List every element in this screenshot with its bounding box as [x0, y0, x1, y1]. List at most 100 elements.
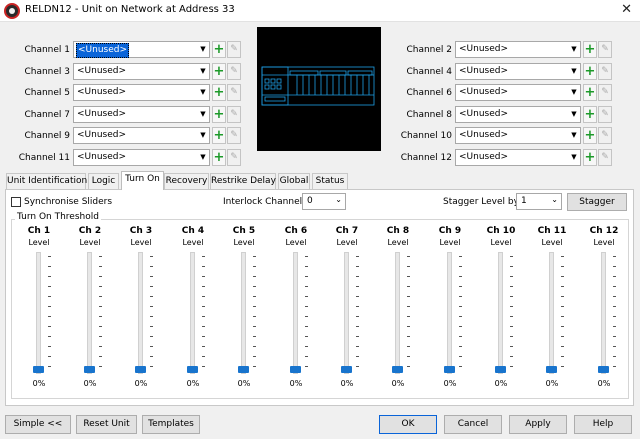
slider-ch7-thumb[interactable]: [341, 366, 352, 373]
help-button[interactable]: Help: [574, 415, 632, 434]
slider-ch6-tick: [305, 256, 308, 257]
slider-ch6-thumb[interactable]: [290, 366, 301, 373]
slider-ch4-thumb[interactable]: [187, 366, 198, 373]
channel-4-edit-icon[interactable]: ✎: [598, 63, 612, 80]
tab-restrike-delay[interactable]: Restrike Delay: [210, 173, 276, 189]
slider-ch12-tick: [613, 266, 616, 267]
interlock-channels-select[interactable]: 0 ⌄: [302, 193, 346, 210]
reset-unit-button[interactable]: Reset Unit: [76, 415, 137, 434]
channel-3-select[interactable]: <Unused> ▼: [73, 63, 210, 80]
slider-ch11-thumb[interactable]: [546, 366, 557, 373]
tab-global[interactable]: Global: [278, 173, 310, 189]
channel-6-edit-icon[interactable]: ✎: [598, 84, 612, 101]
slider-ch5-track[interactable]: [241, 252, 246, 374]
slider-ch5-thumb[interactable]: [238, 366, 249, 373]
slider-ch7-tick: [356, 286, 359, 287]
slider-ch7-tick: [356, 336, 359, 337]
channel-4-value: <Unused>: [459, 66, 509, 76]
slider-ch11-track[interactable]: [549, 252, 554, 374]
slider-ch9-track[interactable]: [447, 252, 452, 374]
slider-ch4-tick: [202, 296, 205, 297]
slider-ch2-track[interactable]: [87, 252, 92, 374]
channel-11-label: Channel 11: [18, 153, 70, 163]
channel-5-edit-icon[interactable]: ✎: [227, 84, 241, 101]
slider-ch3-thumb[interactable]: [135, 366, 146, 373]
channel-7-add-icon[interactable]: +: [212, 106, 226, 123]
slider-ch1-track[interactable]: [36, 252, 41, 374]
slider-ch8-track[interactable]: [395, 252, 400, 374]
channel-2-add-icon[interactable]: +: [583, 41, 597, 58]
channel-1-edit-icon[interactable]: ✎: [227, 41, 241, 58]
slider-ch10-track[interactable]: [498, 252, 503, 374]
slider-ch4-level-label: Level: [182, 238, 204, 247]
channel-4-add-icon[interactable]: +: [583, 63, 597, 80]
channel-10-edit-icon[interactable]: ✎: [598, 127, 612, 144]
stagger-level-select[interactable]: 1 ⌄: [516, 193, 562, 210]
channel-9-add-icon[interactable]: +: [212, 127, 226, 144]
channel-4-select[interactable]: <Unused> ▼: [455, 63, 581, 80]
chevron-down-icon: ▼: [571, 88, 577, 96]
channel-7-edit-icon[interactable]: ✎: [227, 106, 241, 123]
channel-6-add-icon[interactable]: +: [583, 84, 597, 101]
tab-recovery[interactable]: Recovery: [164, 173, 209, 189]
channel-5-add-icon[interactable]: +: [212, 84, 226, 101]
slider-ch2-thumb[interactable]: [84, 366, 95, 373]
channel-1-select[interactable]: <Unused> ▼: [73, 41, 210, 58]
tab-unit-identification[interactable]: Unit Identification: [6, 173, 87, 189]
slider-ch10-thumb[interactable]: [495, 366, 506, 373]
slider-ch12-tick: [613, 356, 616, 357]
channel-2-select[interactable]: <Unused> ▼: [455, 41, 581, 58]
channel-8-add-icon[interactable]: +: [583, 106, 597, 123]
channel-11-add-icon[interactable]: +: [212, 149, 226, 166]
slider-ch7-track[interactable]: [344, 252, 349, 374]
slider-ch9-thumb[interactable]: [444, 366, 455, 373]
channel-9-select[interactable]: <Unused> ▼: [73, 127, 210, 144]
channel-10-select[interactable]: <Unused> ▼: [455, 127, 581, 144]
slider-ch12-thumb[interactable]: [598, 366, 609, 373]
slider-ch1-thumb[interactable]: [33, 366, 44, 373]
close-icon[interactable]: ✕: [621, 2, 632, 17]
slider-ch11-tick: [561, 326, 564, 327]
channel-3-edit-icon[interactable]: ✎: [227, 63, 241, 80]
slider-ch8-percent: 0%: [391, 379, 405, 388]
slider-ch3-tick: [150, 266, 153, 267]
slider-ch4-title: Ch 4: [181, 226, 205, 236]
channel-10-add-icon[interactable]: +: [583, 127, 597, 144]
ok-button[interactable]: OK: [379, 415, 437, 434]
channel-1-add-icon[interactable]: +: [212, 41, 226, 58]
channel-11-select[interactable]: <Unused> ▼: [73, 149, 210, 166]
channel-12-add-icon[interactable]: +: [583, 149, 597, 166]
slider-ch9-tick: [459, 336, 462, 337]
tab-logic[interactable]: Logic: [88, 173, 119, 189]
slider-ch2-tick: [99, 336, 102, 337]
tab-turn-on[interactable]: Turn On: [121, 171, 164, 190]
slider-ch12-track[interactable]: [601, 252, 606, 374]
templates-button[interactable]: Templates: [142, 415, 200, 434]
channel-8-edit-icon[interactable]: ✎: [598, 106, 612, 123]
slider-ch8-tick: [407, 306, 410, 307]
slider-ch8-thumb[interactable]: [392, 366, 403, 373]
channel-5-select[interactable]: <Unused> ▼: [73, 84, 210, 101]
apply-button[interactable]: Apply: [509, 415, 567, 434]
slider-ch1-tick: [48, 366, 51, 367]
tab-status[interactable]: Status: [312, 173, 348, 189]
channel-12-edit-icon[interactable]: ✎: [598, 149, 612, 166]
channel-6-select[interactable]: <Unused> ▼: [455, 84, 581, 101]
slider-ch3-track[interactable]: [138, 252, 143, 374]
channel-3-add-icon[interactable]: +: [212, 63, 226, 80]
slider-ch5-tick: [253, 306, 256, 307]
channel-7-select[interactable]: <Unused> ▼: [73, 106, 210, 123]
slider-ch6-track[interactable]: [293, 252, 298, 374]
cancel-button[interactable]: Cancel: [444, 415, 502, 434]
synchronise-sliders-checkbox[interactable]: [11, 197, 21, 207]
slider-ch4-track[interactable]: [190, 252, 195, 374]
channel-11-edit-icon[interactable]: ✎: [227, 149, 241, 166]
slider-ch7-level-label: Level: [336, 238, 358, 247]
channel-12-select[interactable]: <Unused> ▼: [455, 149, 581, 166]
channel-9-edit-icon[interactable]: ✎: [227, 127, 241, 144]
simple-button[interactable]: Simple <<: [5, 415, 71, 434]
channel-8-select[interactable]: <Unused> ▼: [455, 106, 581, 123]
slider-ch3-title: Ch 3: [129, 226, 153, 236]
channel-2-edit-icon[interactable]: ✎: [598, 41, 612, 58]
stagger-button[interactable]: Stagger: [567, 193, 627, 211]
